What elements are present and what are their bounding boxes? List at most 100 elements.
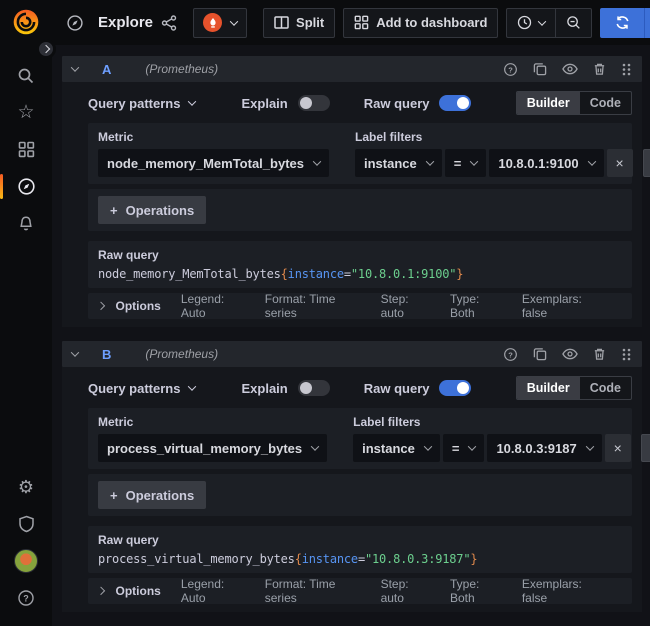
- add-filter-button[interactable]: +: [641, 434, 650, 462]
- svg-text:?: ?: [508, 65, 513, 74]
- sidebar-item-search[interactable]: [0, 57, 52, 94]
- zoom-out-time-button[interactable]: [555, 8, 592, 38]
- metric-filters-block: Metric process_virtual_memory_bytes Labe…: [88, 408, 632, 469]
- query-ref-id[interactable]: A: [102, 62, 111, 77]
- add-to-dashboard-button[interactable]: Add to dashboard: [343, 8, 498, 38]
- operations-block: + Operations: [88, 189, 632, 231]
- run-query-interval-caret[interactable]: [644, 8, 650, 38]
- add-filter-button[interactable]: +: [643, 149, 650, 177]
- chevron-right-icon: [97, 587, 105, 595]
- filter-value: 10.8.0.1:9100: [498, 156, 578, 171]
- chevron-down-icon: [585, 442, 593, 450]
- topbar: Explore Split Add to dashboard: [52, 0, 650, 45]
- raw-query-block: Raw query node_memory_MemTotal_bytes{ins…: [88, 241, 632, 288]
- datasource-picker[interactable]: [193, 8, 247, 38]
- duplicate-query-icon[interactable]: [533, 62, 547, 76]
- duplicate-query-icon[interactable]: [533, 347, 547, 361]
- remove-query-trash-icon[interactable]: [593, 347, 606, 361]
- raw-query-toggle[interactable]: [439, 95, 471, 111]
- query-row-actions: ?: [503, 62, 632, 77]
- chevron-right-icon: [42, 45, 50, 53]
- explain-toggle[interactable]: [298, 380, 330, 396]
- query-ref-id[interactable]: B: [102, 347, 111, 362]
- split-button[interactable]: Split: [263, 8, 335, 38]
- datasource-help-icon[interactable]: ?: [503, 62, 518, 77]
- options-collapsed-row[interactable]: Options Legend: Auto Format: Time series…: [88, 293, 632, 319]
- plus-icon: +: [110, 488, 118, 503]
- explain-label: Explain: [241, 381, 287, 396]
- filter-op-select[interactable]: =: [443, 434, 485, 462]
- collapse-chevron-icon[interactable]: [72, 66, 86, 72]
- metric-select[interactable]: process_virtual_memory_bytes: [98, 434, 327, 462]
- expand-sidebar-button[interactable]: [36, 39, 56, 59]
- raw-query-label: Raw query: [364, 96, 430, 111]
- datasource-help-icon[interactable]: ?: [503, 347, 518, 362]
- sidebar-item-dashboards[interactable]: [0, 131, 52, 168]
- query-row-header: A (Prometheus) ?: [62, 56, 642, 82]
- code-tab[interactable]: Code: [580, 377, 631, 399]
- raw-query-label: Raw query: [364, 381, 430, 396]
- query-toolbar-row: Query patterns Explain Raw query Builder…: [88, 88, 632, 118]
- plus-icon: +: [110, 203, 118, 218]
- query-patterns-dropdown[interactable]: Query patterns: [88, 381, 195, 396]
- query-editor-body: Query patterns Explain Raw query Builder…: [62, 367, 642, 612]
- sidebar-item-help[interactable]: ?: [0, 579, 52, 616]
- grafana-logo[interactable]: [11, 7, 41, 37]
- builder-code-toggle: Builder Code: [516, 91, 632, 115]
- time-range-picker[interactable]: [506, 8, 555, 38]
- label-filters-field: Label filters instance = 10.8.: [353, 415, 650, 462]
- metric-select[interactable]: node_memory_MemTotal_bytes: [98, 149, 329, 177]
- filter-key-select[interactable]: instance: [353, 434, 440, 462]
- explain-toggle[interactable]: [298, 95, 330, 111]
- query-datasource-hint: (Prometheus): [145, 62, 218, 76]
- run-query-button[interactable]: [600, 8, 644, 38]
- label-filters-label: Label filters: [353, 415, 650, 429]
- options-label: Options: [116, 584, 161, 598]
- options-collapsed-row[interactable]: Options Legend: Auto Format: Time series…: [88, 578, 632, 604]
- sidebar-item-configuration[interactable]: ⚙: [0, 468, 52, 505]
- filter-value-select[interactable]: 10.8.0.3:9187: [487, 434, 601, 462]
- options-format: Format: Time series: [265, 292, 361, 320]
- prometheus-icon: [203, 13, 222, 32]
- query-datasource-hint: (Prometheus): [145, 347, 218, 361]
- query-patterns-dropdown[interactable]: Query patterns: [88, 96, 195, 111]
- builder-tab[interactable]: Builder: [517, 92, 580, 114]
- disable-query-eye-icon[interactable]: [562, 63, 578, 75]
- disable-query-eye-icon[interactable]: [562, 348, 578, 360]
- metric-field: Metric node_memory_MemTotal_bytes: [98, 130, 329, 177]
- chevron-down-icon: [470, 157, 478, 165]
- raw-query-code: node_memory_MemTotal_bytes{instance="10.…: [98, 267, 622, 281]
- add-operation-button[interactable]: + Operations: [98, 481, 206, 509]
- builder-tab[interactable]: Builder: [517, 377, 580, 399]
- options-exemplars: Exemplars: false: [522, 577, 602, 605]
- add-operation-button[interactable]: + Operations: [98, 196, 206, 224]
- raw-query-toggle[interactable]: [439, 380, 471, 396]
- chevron-down-icon: [230, 17, 238, 25]
- remove-filter-button[interactable]: ×: [605, 434, 631, 462]
- chevron-down-icon: [426, 157, 434, 165]
- sidebar-item-alerting[interactable]: [0, 205, 52, 242]
- drag-handle-icon[interactable]: [621, 347, 632, 362]
- sidebar-item-starred[interactable]: ☆: [0, 94, 52, 131]
- refresh-icon: [615, 15, 630, 30]
- filter-value-select[interactable]: 10.8.0.1:9100: [489, 149, 603, 177]
- metric-value: node_memory_MemTotal_bytes: [107, 156, 304, 171]
- remove-query-trash-icon[interactable]: [593, 62, 606, 76]
- raw-query-code: process_virtual_memory_bytes{instance="1…: [98, 552, 622, 566]
- code-tab[interactable]: Code: [580, 92, 631, 114]
- share-icon[interactable]: [161, 15, 177, 31]
- options-type: Type: Both: [450, 577, 502, 605]
- drag-handle-icon[interactable]: [621, 62, 632, 77]
- filter-op-select[interactable]: =: [445, 149, 487, 177]
- sidebar-item-server-admin[interactable]: [0, 505, 52, 542]
- raw-query-title: Raw query: [98, 248, 622, 262]
- query-row-b: B (Prometheus) ?: [62, 341, 642, 612]
- label-filters-label: Label filters: [355, 130, 650, 144]
- chevron-down-icon: [188, 382, 196, 390]
- sidebar-nav: ☆: [0, 57, 52, 242]
- filter-key-select[interactable]: instance: [355, 149, 442, 177]
- sidebar-item-explore[interactable]: [0, 168, 52, 205]
- remove-filter-button[interactable]: ×: [607, 149, 633, 177]
- collapse-chevron-icon[interactable]: [72, 351, 86, 357]
- sidebar-item-profile[interactable]: [0, 542, 52, 579]
